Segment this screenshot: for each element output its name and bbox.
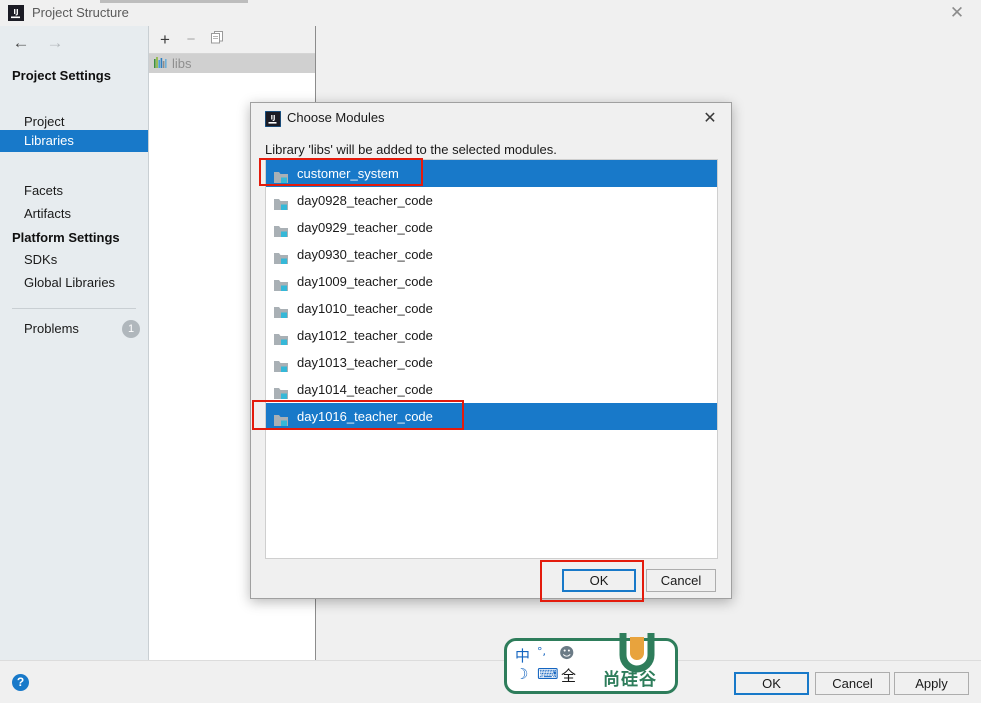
module-folder-icon: [274, 247, 289, 264]
add-icon[interactable]: +: [154, 29, 176, 50]
module-list-item[interactable]: day0928_teacher_code: [266, 187, 717, 214]
apply-button[interactable]: Apply: [894, 672, 969, 695]
module-folder-icon: [274, 193, 289, 210]
ime-fullwidth-icon: 全: [561, 667, 577, 685]
module-list-item[interactable]: day0929_teacher_code: [266, 214, 717, 241]
ime-chinese-icon: 中: [515, 647, 531, 665]
dialog-cancel-button[interactable]: Cancel: [646, 569, 716, 592]
module-label: day0928_teacher_code: [297, 193, 433, 208]
remove-icon[interactable]: −: [180, 29, 202, 50]
module-list-item[interactable]: day1016_teacher_code: [266, 403, 717, 430]
module-label: day0930_teacher_code: [297, 247, 433, 262]
svg-text:IJ: IJ: [13, 8, 18, 16]
libraries-toolbar: + −: [149, 26, 315, 54]
ok-button[interactable]: OK: [734, 672, 809, 695]
module-list-item[interactable]: day1012_teacher_code: [266, 322, 717, 349]
problems-count-badge: 1: [122, 320, 140, 338]
window-titlebar: IJ Project Structure ✕: [0, 0, 981, 26]
copy-icon[interactable]: [206, 29, 228, 50]
module-label: customer_system: [297, 166, 399, 181]
ime-glyph-group: 中 °, ☻ ☽ ⌨ 全: [515, 644, 601, 685]
module-list-item[interactable]: day0930_teacher_code: [266, 241, 717, 268]
module-label: day1010_teacher_code: [297, 301, 433, 316]
sidebar-item-libraries[interactable]: Libraries: [0, 130, 148, 152]
module-folder-icon: [274, 409, 289, 426]
list-item-libs[interactable]: libs: [149, 54, 315, 73]
dialog-description: Library 'libs' will be added to the sele…: [265, 142, 557, 157]
close-icon[interactable]: ✕: [697, 108, 723, 130]
libs-label: libs: [172, 56, 192, 71]
close-icon[interactable]: ✕: [945, 2, 969, 24]
modules-list[interactable]: customer_system day0928_teacher_code day09…: [265, 159, 718, 559]
sidebar-item-problems[interactable]: Problems 1: [0, 319, 148, 339]
ime-user-icon: ☻: [559, 644, 575, 662]
module-list-item[interactable]: day1013_teacher_code: [266, 349, 717, 376]
sidebar-item-project[interactable]: Project: [24, 114, 64, 129]
module-list-item[interactable]: day1014_teacher_code: [266, 376, 717, 403]
module-label: day1016_teacher_code: [297, 409, 433, 424]
sidebar-divider: [12, 308, 136, 309]
module-label: day1014_teacher_code: [297, 382, 433, 397]
ime-moon-icon: ☽: [515, 665, 529, 683]
dialog-title: Choose Modules: [287, 110, 385, 125]
choose-modules-dialog: IJ Choose Modules ✕ Library 'libs' will …: [250, 102, 732, 599]
module-folder-icon: [274, 355, 289, 372]
module-folder-icon: [274, 274, 289, 291]
sidebar-group-project-settings: Project Settings: [12, 68, 111, 83]
dialog-ok-button[interactable]: OK: [562, 569, 636, 592]
intellij-idea-icon: IJ: [264, 110, 282, 128]
help-icon[interactable]: ?: [12, 674, 29, 691]
module-label: day1012_teacher_code: [297, 328, 433, 343]
module-label: day1009_teacher_code: [297, 274, 433, 289]
module-list-item[interactable]: customer_system: [266, 160, 717, 187]
sidebar-item-sdks[interactable]: SDKs: [24, 252, 57, 267]
module-list-item[interactable]: day1009_teacher_code: [266, 268, 717, 295]
module-folder-icon: [274, 301, 289, 318]
problems-label: Problems: [24, 321, 79, 336]
sidebar-item-global-libraries[interactable]: Global Libraries: [24, 275, 115, 290]
library-bars-icon: [154, 57, 167, 70]
atguigu-logo-text: 尚硅谷: [603, 670, 657, 690]
module-folder-icon: [274, 328, 289, 345]
window-bottom-bar: ? OK Cancel Apply: [0, 660, 981, 703]
module-folder-icon: [274, 166, 289, 183]
module-label: day1013_teacher_code: [297, 355, 433, 370]
back-arrow-icon[interactable]: ←: [8, 30, 34, 56]
forward-arrow-icon[interactable]: →: [42, 30, 68, 56]
module-folder-icon: [274, 382, 289, 399]
svg-text:IJ: IJ: [271, 114, 276, 122]
titlebar-accent-strip: [100, 0, 248, 3]
module-list-item[interactable]: day1010_teacher_code: [266, 295, 717, 322]
sidebar-item-facets[interactable]: Facets: [24, 183, 63, 198]
cancel-button[interactable]: Cancel: [815, 672, 890, 695]
nav-arrows: ← →: [8, 30, 138, 58]
intellij-idea-icon: IJ: [8, 5, 24, 21]
module-folder-icon: [274, 220, 289, 237]
settings-sidebar: ← → Project Settings Project Modules Lib…: [0, 26, 149, 660]
sidebar-group-platform-settings: Platform Settings: [12, 230, 120, 245]
module-label: day0929_teacher_code: [297, 220, 433, 235]
ime-keyboard-icon: ⌨: [537, 665, 559, 683]
sidebar-item-artifacts[interactable]: Artifacts: [24, 206, 71, 221]
window-title: Project Structure: [32, 5, 129, 20]
dialog-titlebar: IJ Choose Modules ✕: [251, 103, 731, 133]
ime-toolbar-watermark: 中 °, ☻ ☽ ⌨ 全 尚硅谷: [504, 633, 678, 694]
ime-punctuation-icon: °,: [537, 645, 546, 658]
